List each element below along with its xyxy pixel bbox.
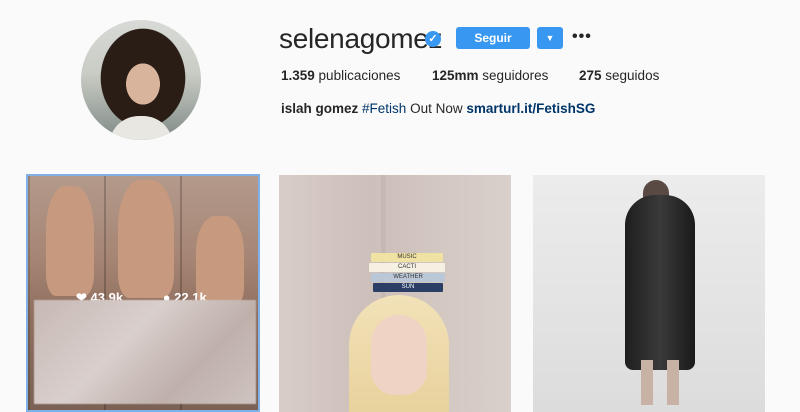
post-3-leg-left xyxy=(641,360,653,405)
book-music: MUSIC xyxy=(371,253,443,262)
followers-label: seguidores xyxy=(478,68,549,83)
posts-label: publicaciones xyxy=(314,68,401,83)
avatar-shirt xyxy=(109,116,173,140)
book-sun: SUN xyxy=(373,283,443,292)
following-stat[interactable]: 275 seguidos xyxy=(579,68,659,83)
profile-avatar xyxy=(81,20,201,140)
post-1-figure-left xyxy=(46,186,94,296)
post-thumbnail-1[interactable]: ❤︎ 43,9k ● 22,1k xyxy=(26,174,260,412)
more-options-icon[interactable]: ••• xyxy=(572,28,592,46)
following-label: seguidos xyxy=(601,68,660,83)
post-3-coat xyxy=(625,195,695,370)
follow-button[interactable]: Seguir xyxy=(456,27,530,49)
book-cacti: CACTI xyxy=(369,263,445,272)
book-weather: WEATHER xyxy=(371,273,445,282)
bio-hashtag-link[interactable]: #Fetish xyxy=(362,101,406,116)
bio-text: Out Now xyxy=(406,101,467,116)
post-thumbnail-2[interactable]: MUSIC CACTI WEATHER SUN xyxy=(279,175,511,412)
followers-count: 125mm xyxy=(432,68,479,83)
following-count: 275 xyxy=(579,68,602,83)
profile-bio: islah gomez #Fetish Out Now smarturl.it/… xyxy=(281,101,595,116)
verified-badge-icon: ✓ xyxy=(425,31,441,47)
post-thumbnail-3[interactable] xyxy=(533,175,765,412)
posts-stat: 1.359 publicaciones xyxy=(281,68,400,83)
followers-stat[interactable]: 125mm seguidores xyxy=(432,68,548,83)
profile-username: selenagomez xyxy=(279,23,443,54)
posts-count: 1.359 xyxy=(281,68,315,83)
bio-url-link[interactable]: smarturl.it/FetishSG xyxy=(466,101,595,116)
post-3-leg-right xyxy=(667,360,679,405)
blurred-censor-region xyxy=(34,300,256,404)
suggestions-dropdown-button[interactable]: ▼ xyxy=(537,27,563,49)
post-1-figure-center xyxy=(118,180,174,298)
post-2-face xyxy=(371,315,427,395)
bio-name: islah gomez xyxy=(281,101,359,116)
